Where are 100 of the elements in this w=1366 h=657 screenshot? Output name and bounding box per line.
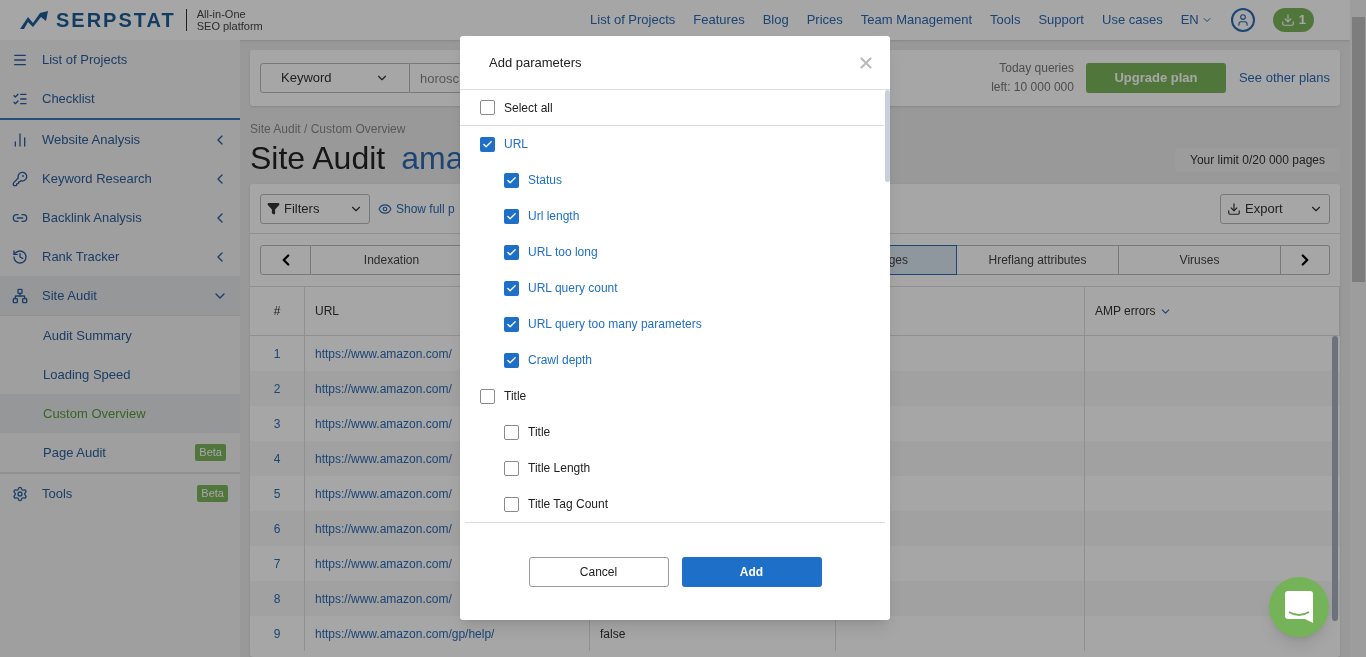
nav-link[interactable]: Blog <box>762 10 789 30</box>
download-icon <box>1227 201 1241 216</box>
url-link[interactable]: https://www.amazon.com/ <box>315 554 452 573</box>
row-number: 8 <box>273 590 281 608</box>
sidebar-subitem[interactable]: Custom Overview <box>0 394 240 433</box>
checkbox[interactable] <box>504 280 519 296</box>
logo-icon <box>20 11 48 29</box>
column-header[interactable]: URL <box>315 302 339 320</box>
nav-link[interactable]: Support <box>1038 10 1084 30</box>
download-icon <box>1280 13 1295 27</box>
column-header[interactable]: # <box>273 302 281 320</box>
show-full-link[interactable]: Show full p <box>378 199 455 218</box>
filters-button[interactable]: Filters <box>260 193 370 224</box>
checkmark-icon <box>482 138 493 150</box>
checkbox[interactable] <box>504 208 519 224</box>
upgrade-plan-button[interactable]: Upgrade plan <box>1085 63 1226 93</box>
page-scrollbar[interactable] <box>1350 0 1366 657</box>
checkmark-icon <box>506 174 517 186</box>
checkbox[interactable] <box>480 388 495 404</box>
cancel-button[interactable]: Cancel <box>528 556 669 587</box>
add-button[interactable]: Add <box>681 556 822 587</box>
column-header[interactable]: AMP errors <box>1095 302 1156 320</box>
checkbox[interactable] <box>480 136 495 152</box>
parameter-option[interactable]: Crawl depth <box>460 342 890 378</box>
row-number: 4 <box>273 450 281 468</box>
row-number: 1 <box>273 345 281 363</box>
history-icon <box>12 248 28 265</box>
sidebar-item[interactable]: Checklist <box>0 79 240 118</box>
dialog-title: Add parameters <box>489 53 582 72</box>
select-all-option[interactable]: Select all <box>460 90 884 126</box>
parameter-option[interactable]: URL query too many parameters <box>460 306 890 342</box>
url-link[interactable]: https://www.amazon.com/ <box>315 379 452 398</box>
parameter-option[interactable]: Title <box>460 378 890 414</box>
tabs-next-button[interactable] <box>1281 245 1330 275</box>
checkmark-icon <box>506 318 517 330</box>
checkbox[interactable] <box>504 244 519 260</box>
list-scrollbar[interactable] <box>885 90 890 182</box>
filter-icon <box>267 202 280 215</box>
eye-icon <box>378 201 392 216</box>
sidebar-item[interactable]: Backlink Analysis <box>0 198 240 237</box>
parameter-option[interactable]: Url length <box>460 198 890 234</box>
chat-bubble-icon <box>1285 591 1313 623</box>
checkmark-icon <box>506 210 517 222</box>
sidebar-item[interactable]: Tools Beta <box>0 474 240 513</box>
sidebar-subitem[interactable]: Page Audit Beta <box>0 433 240 472</box>
report-tab[interactable]: Hreflang attributes <box>957 245 1119 275</box>
url-link[interactable]: https://www.amazon.com/ <box>315 449 452 468</box>
checkbox[interactable] <box>480 100 495 115</box>
row-number: 5 <box>273 485 281 503</box>
nav-link[interactable]: Features <box>693 10 745 30</box>
url-link[interactable]: https://www.amazon.com/ <box>315 344 452 363</box>
nav-link[interactable]: Use cases <box>1102 10 1163 30</box>
nav-link[interactable]: List of Projects <box>590 10 676 30</box>
row-number: 2 <box>273 380 281 398</box>
beta-badge: Beta <box>195 444 226 461</box>
nav-link[interactable]: Prices <box>806 10 843 30</box>
avatar-icon[interactable] <box>1230 8 1255 32</box>
sidebar-item[interactable]: Site Audit <box>0 276 240 315</box>
table-cell-text: false <box>600 625 626 643</box>
row-number: 9 <box>273 625 281 643</box>
bar-chart-icon <box>12 131 28 148</box>
nav-link[interactable]: Team Management <box>860 10 973 30</box>
other-plans-link[interactable]: See other plans <box>1238 68 1330 88</box>
table-scrollbar[interactable] <box>1332 336 1338 621</box>
key-icon <box>12 170 28 187</box>
tabs-prev-button[interactable] <box>260 245 311 275</box>
breadcrumb: Site Audit / Custom Overview <box>250 121 407 138</box>
downloads-button[interactable]: 1 <box>1272 8 1314 32</box>
checkbox[interactable] <box>504 316 519 332</box>
export-button[interactable]: Export <box>1220 193 1330 224</box>
sidebar-item[interactable]: Website Analysis <box>0 120 240 159</box>
checkmark-icon <box>506 354 517 366</box>
checkbox[interactable] <box>504 460 519 476</box>
tagline-text: All-in-One <box>196 8 247 20</box>
url-link[interactable]: https://www.amazon.com/ <box>315 484 452 503</box>
parameter-option[interactable]: Title <box>460 414 890 450</box>
checkbox[interactable] <box>504 496 519 512</box>
sidebar-item[interactable]: List of Projects <box>0 40 240 79</box>
sidebar-subitem[interactable]: Audit Summary <box>0 316 240 355</box>
tagline-text: SEO platform <box>196 20 263 32</box>
checkbox[interactable] <box>504 172 519 188</box>
beta-badge: Beta <box>197 485 228 502</box>
parameter-option[interactable]: Title Tag Count <box>460 486 890 522</box>
sidebar-subitem[interactable]: Loading Speed <box>0 355 240 394</box>
url-link[interactable]: https://www.amazon.com/ <box>315 589 452 608</box>
checkbox[interactable] <box>504 352 519 368</box>
url-link[interactable]: https://www.amazon.com/gp/help/ <box>315 624 495 643</box>
url-link[interactable]: https://www.amazon.com/ <box>315 414 452 433</box>
sidebar-item[interactable]: Keyword Research <box>0 159 240 198</box>
report-tab[interactable]: Viruses <box>1119 245 1281 275</box>
checkbox[interactable] <box>504 424 519 440</box>
nav-link[interactable]: Tools <box>990 10 1021 30</box>
logo-text[interactable]: SERPSTAT <box>56 5 176 35</box>
row-number: 6 <box>273 520 281 538</box>
search-type-select[interactable]: Keyword <box>260 63 410 93</box>
parameter-option[interactable]: Title Length <box>460 450 890 486</box>
url-link[interactable]: https://www.amazon.com/ <box>315 519 452 538</box>
settings-icon <box>12 485 28 502</box>
language-select[interactable]: EN <box>1180 10 1213 30</box>
sidebar-item[interactable]: Rank Tracker <box>0 237 240 276</box>
